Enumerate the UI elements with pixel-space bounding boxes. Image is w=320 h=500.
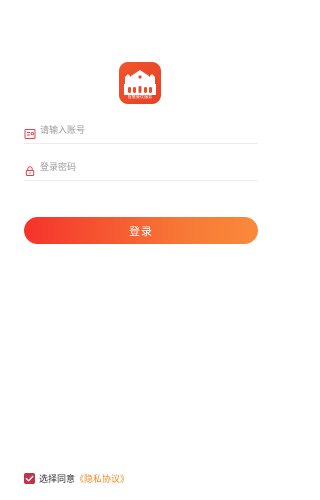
lock-icon <box>24 162 36 176</box>
password-field <box>24 158 258 181</box>
logo-caption: 智慧餐饮服务 <box>127 94 153 99</box>
account-field <box>24 121 258 144</box>
agree-checkbox[interactable] <box>24 473 35 484</box>
password-input[interactable] <box>40 158 250 178</box>
checkmark-icon <box>25 475 34 482</box>
privacy-agreement: 选择同意 《隐私协议》 <box>24 472 129 485</box>
id-card-icon <box>24 125 36 139</box>
login-screen: 智慧餐饮服务 登录 选择同意 <box>0 0 281 500</box>
privacy-policy-link[interactable]: 《隐私协议》 <box>75 472 129 485</box>
agree-label: 选择同意 <box>39 475 76 485</box>
app-logo: 智慧餐饮服务 <box>119 62 161 104</box>
login-button[interactable]: 登录 <box>24 217 258 244</box>
account-input[interactable] <box>40 121 250 141</box>
